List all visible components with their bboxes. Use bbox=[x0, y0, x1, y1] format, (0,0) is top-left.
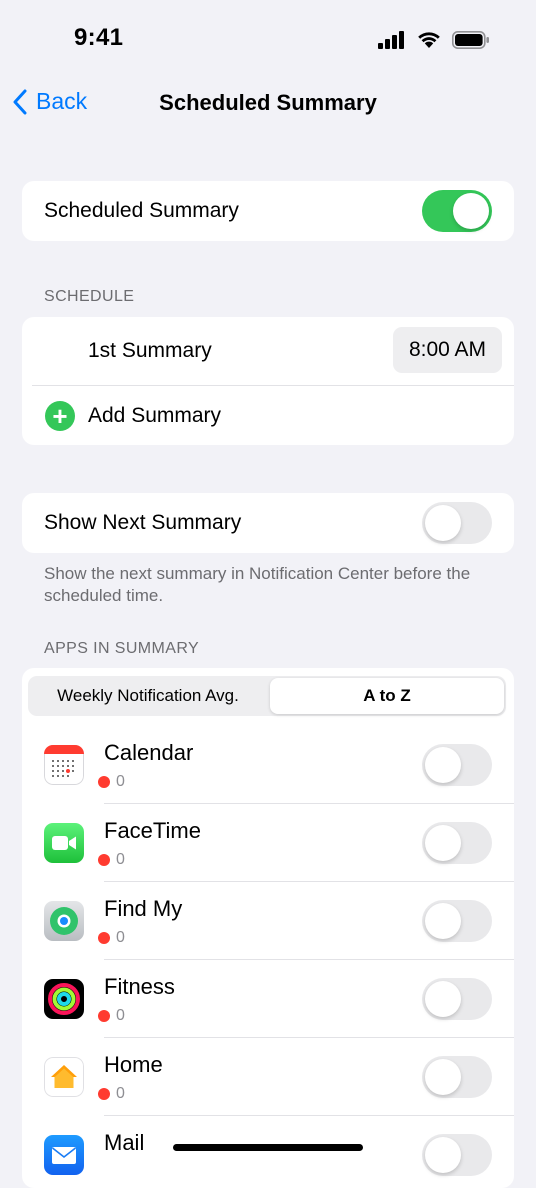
show-next-summary-footnote: Show the next summary in Notification Ce… bbox=[44, 564, 471, 605]
sort-option-weekly-avg[interactable]: Weekly Notification Avg. bbox=[30, 678, 266, 714]
scheduled-summary-group: Scheduled Summary bbox=[22, 181, 514, 241]
app-name: FaceTime bbox=[104, 818, 201, 843]
facetime-toggle[interactable] bbox=[422, 822, 492, 864]
find-my-toggle[interactable] bbox=[422, 900, 492, 942]
mail-app-icon bbox=[44, 1135, 84, 1175]
apps-group: Weekly Notification Avg. A to Z Calendar… bbox=[22, 668, 514, 1188]
app-row-fitness: Fitness 0 bbox=[22, 960, 514, 1038]
findmy-app-icon bbox=[44, 901, 84, 941]
toggle-knob bbox=[425, 747, 461, 783]
toggle-knob bbox=[425, 981, 461, 1017]
count-value: 0 bbox=[116, 773, 125, 790]
schedule-group: 1st Summary 8:00 AM + Add Summary bbox=[22, 317, 514, 445]
show-next-summary-row: Show Next Summary bbox=[22, 493, 514, 553]
toggle-knob bbox=[425, 825, 461, 861]
mail-toggle[interactable] bbox=[422, 1134, 492, 1176]
toggle-knob bbox=[425, 903, 461, 939]
apps-section-header: APPS IN SUMMARY bbox=[44, 640, 200, 657]
scheduled-summary-label: Scheduled Summary bbox=[44, 199, 239, 222]
red-dot-icon bbox=[98, 854, 110, 866]
toggle-knob bbox=[425, 505, 461, 541]
scheduled-summary-toggle[interactable] bbox=[422, 190, 492, 232]
home-app-icon bbox=[44, 1057, 84, 1097]
red-dot-icon bbox=[98, 932, 110, 944]
schedule-section-header: SCHEDULE bbox=[44, 288, 135, 305]
calendar-app-icon bbox=[44, 745, 84, 785]
show-next-summary-group: Show Next Summary bbox=[22, 493, 514, 553]
app-name: Mail bbox=[104, 1130, 145, 1155]
scheduled-summary-row: Scheduled Summary bbox=[22, 181, 514, 241]
page-title: Scheduled Summary bbox=[159, 90, 377, 115]
status-time: 9:41 bbox=[74, 24, 124, 51]
app-name: Find My bbox=[104, 896, 183, 921]
app-notification-count: 0 bbox=[98, 1007, 125, 1025]
red-dot-icon bbox=[98, 1010, 110, 1022]
app-row-mail: Mail bbox=[22, 1116, 514, 1188]
first-summary-time-picker[interactable]: 8:00 AM bbox=[392, 327, 502, 373]
show-next-summary-label: Show Next Summary bbox=[44, 511, 242, 534]
wifi-icon bbox=[418, 32, 440, 48]
navigation-bar: Back Scheduled Summary bbox=[0, 80, 536, 128]
home-indicator[interactable] bbox=[173, 1144, 363, 1151]
red-dot-icon bbox=[98, 1088, 110, 1100]
app-notification-count: 0 bbox=[98, 1085, 125, 1103]
facetime-app-icon bbox=[44, 823, 84, 863]
app-notification-count: 0 bbox=[98, 929, 125, 947]
app-row-calendar: Calendar 0 bbox=[22, 726, 514, 804]
cellular-signal-icon bbox=[378, 30, 404, 49]
sort-segmented-control: Weekly Notification Avg. A to Z bbox=[28, 676, 506, 716]
toggle-knob bbox=[425, 1137, 461, 1173]
fitness-app-icon bbox=[44, 979, 84, 1019]
add-summary-row[interactable]: + Add Summary bbox=[22, 386, 514, 445]
home-toggle[interactable] bbox=[422, 1056, 492, 1098]
app-name: Fitness bbox=[104, 974, 175, 999]
add-summary-label: Add Summary bbox=[88, 403, 222, 427]
app-row-home: Home 0 bbox=[22, 1038, 514, 1116]
status-bar: 9:41 bbox=[0, 0, 536, 80]
count-value: 0 bbox=[116, 929, 125, 946]
count-value: 0 bbox=[116, 1007, 125, 1024]
app-notification-count: 0 bbox=[98, 773, 125, 791]
first-summary-label: 1st Summary bbox=[88, 339, 212, 362]
toggle-knob bbox=[453, 193, 489, 229]
count-value: 0 bbox=[116, 851, 125, 868]
show-next-summary-toggle[interactable] bbox=[422, 502, 492, 544]
app-row-find-my: Find My 0 bbox=[22, 882, 514, 960]
status-icons bbox=[378, 30, 490, 49]
first-summary-row[interactable]: 1st Summary 8:00 AM bbox=[22, 317, 514, 385]
count-value: 0 bbox=[116, 1085, 125, 1102]
app-name: Home bbox=[104, 1052, 163, 1077]
battery-icon bbox=[452, 30, 489, 49]
sort-option-a-to-z[interactable]: A to Z bbox=[270, 678, 504, 714]
calendar-toggle[interactable] bbox=[422, 744, 492, 786]
app-notification-count: 0 bbox=[98, 851, 125, 869]
red-dot-icon bbox=[98, 776, 110, 788]
app-name: Calendar bbox=[104, 740, 194, 765]
toggle-knob bbox=[425, 1059, 461, 1095]
add-circle-icon: + bbox=[45, 400, 75, 431]
app-row-facetime: FaceTime 0 bbox=[22, 804, 514, 882]
fitness-toggle[interactable] bbox=[422, 978, 492, 1020]
